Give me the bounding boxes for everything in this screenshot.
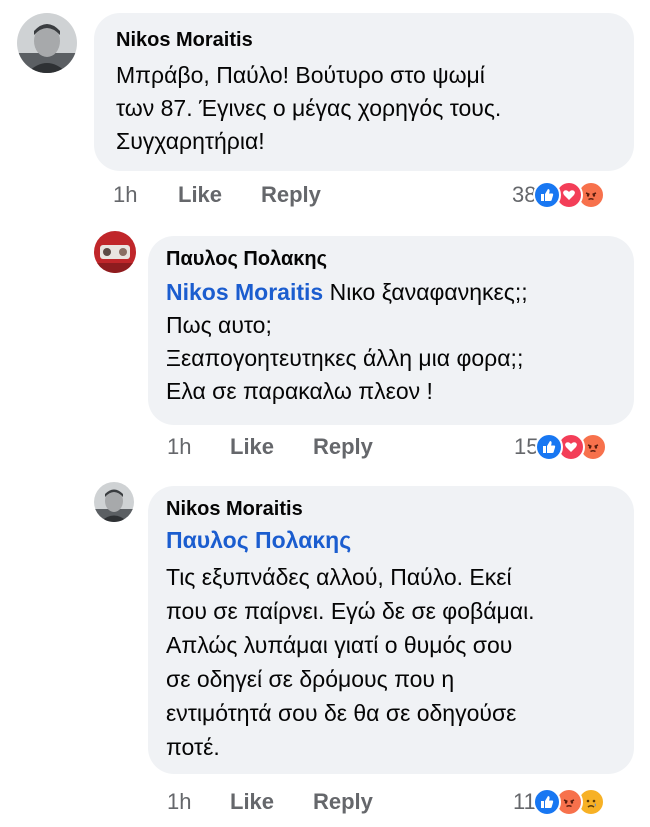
comment-author[interactable]: Παυλος Πολακης bbox=[166, 246, 616, 272]
comment-time[interactable]: 1h bbox=[167, 789, 191, 815]
reaction-summary[interactable]: 38 bbox=[512, 181, 606, 209]
like-reaction-icon bbox=[535, 433, 564, 461]
comment-text-line: Συγχαρητήρια! bbox=[116, 128, 265, 154]
comment-time[interactable]: 1h bbox=[113, 182, 137, 208]
like-button[interactable]: Like bbox=[230, 434, 274, 460]
comment-text-line: των 87. Έγινες ο μέγας χορηγός τους. bbox=[116, 95, 502, 121]
avatar[interactable] bbox=[94, 231, 136, 273]
reply-button[interactable]: Reply bbox=[261, 182, 321, 208]
comment-text-line: ποτέ. bbox=[166, 734, 220, 760]
mention-link[interactable]: Παυλος Πολακης bbox=[166, 527, 351, 553]
reply-button[interactable]: Reply bbox=[313, 789, 373, 815]
comment-time[interactable]: 1h bbox=[167, 434, 191, 460]
comment-text-line: Ελα σε παρακαλω πλεον ! bbox=[166, 378, 433, 404]
avatar[interactable] bbox=[94, 482, 134, 522]
comment-bubble: Παυλος Πολακης Nikos Moraitis Νικο ξαναφ… bbox=[148, 236, 634, 425]
reaction-summary[interactable]: 15 bbox=[514, 433, 608, 461]
comment-text-line: Απλώς λυπάμαι γιατί ο θυμός σου bbox=[166, 632, 513, 658]
comment-text-line: Παυλος Πολακης bbox=[166, 524, 616, 556]
avatar[interactable] bbox=[17, 13, 77, 73]
comment-bubble: Nikos Moraitis Μπράβο, Παύλο! Βούτυρο στ… bbox=[94, 13, 634, 171]
comment-text-line: Πως αυτο; bbox=[166, 312, 272, 338]
reaction-summary[interactable]: 11 bbox=[513, 788, 605, 816]
reply-button[interactable]: Reply bbox=[313, 434, 373, 460]
like-button[interactable]: Like bbox=[230, 789, 274, 815]
mention-link[interactable]: Nikos Moraitis bbox=[166, 279, 323, 305]
comment-text-line: Nikos Moraitis Νικο ξαναφανηκες;; bbox=[166, 276, 616, 309]
comment-text-line: Μπράβο, Παύλο! Βούτυρο στο ψωμί bbox=[116, 62, 485, 88]
comment-author[interactable]: Nikos Moraitis bbox=[116, 27, 612, 53]
comment-text-line: σε οδηγεί σε δρόμους που η bbox=[166, 666, 455, 692]
like-reaction-icon bbox=[533, 181, 562, 209]
like-reaction-icon bbox=[532, 788, 561, 816]
comment-author[interactable]: Nikos Moraitis bbox=[166, 496, 616, 522]
comment-text-line: εντιμότητά σου δε θα σε οδηγούσε bbox=[166, 700, 517, 726]
comment-text-line: που σε παίρνει. Εγώ δε σε φοβάμαι. bbox=[166, 598, 535, 624]
comment-text-line: Τις εξυπνάδες αλλού, Παύλο. Εκεί bbox=[166, 564, 512, 590]
comment-bubble: Nikos Moraitis Παυλος Πολακης Τις εξυπνά… bbox=[148, 486, 634, 774]
comment-text-line: Ξεαπογοητευτηκες άλλη μια φορα;; bbox=[166, 345, 524, 371]
like-button[interactable]: Like bbox=[178, 182, 222, 208]
comment-text: Νικο ξαναφανηκες;; bbox=[323, 279, 528, 305]
